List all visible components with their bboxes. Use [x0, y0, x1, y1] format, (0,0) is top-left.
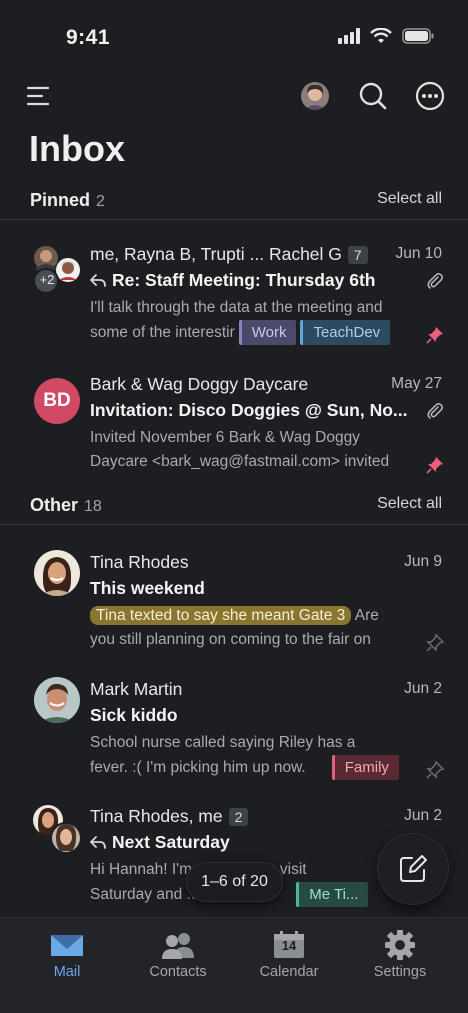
- tab-bar: Mail Contacts 14 Calendar Settings: [0, 917, 468, 1013]
- message-date: Jun 10: [395, 245, 442, 262]
- message-sender: Tina Rhodes, me 2: [90, 806, 249, 827]
- pagination-indicator: 1–6 of 20: [186, 862, 283, 902]
- message-row[interactable]: +2 me, Rayna B, Trupti ... Rachel G7 Jun…: [0, 240, 468, 360]
- group-avatar: [32, 804, 82, 854]
- label-tag[interactable]: Me Ti...: [296, 881, 369, 907]
- wifi-icon: [370, 28, 392, 43]
- search-button[interactable]: [357, 80, 389, 112]
- status-icons: [338, 28, 434, 44]
- compose-icon: [400, 855, 427, 882]
- top-bar: [0, 72, 468, 122]
- page-title: Inbox: [29, 128, 125, 169]
- search-highlight: Tina texted to say she meant Gate 3: [90, 606, 352, 625]
- message-subject: This weekend: [90, 578, 205, 598]
- message-subject: Re: Staff Meeting: Thursday 6th: [90, 270, 376, 291]
- avatar-extra-count: +2: [39, 272, 55, 287]
- tab-label: Calendar: [259, 964, 319, 980]
- section-count: 2: [96, 193, 105, 210]
- signal-icon: [338, 28, 360, 44]
- tab-label: Contacts: [149, 964, 207, 980]
- calendar-icon: 14: [234, 930, 344, 960]
- tab-settings[interactable]: Settings: [345, 930, 455, 980]
- sender-avatar: BD: [34, 378, 80, 424]
- label-tag[interactable]: Family: [331, 754, 399, 780]
- message-row[interactable]: Tina Rhodes Jun 9 This weekend Tina text…: [0, 548, 468, 668]
- more-options-button[interactable]: [414, 80, 446, 112]
- pin-icon[interactable]: [426, 456, 444, 474]
- pin-icon[interactable]: [426, 326, 444, 344]
- avatar-stack: [33, 805, 82, 854]
- status-bar: 9:41: [0, 0, 468, 72]
- section-label: Other 18: [30, 495, 102, 515]
- thread-count-badge: 2: [228, 808, 249, 827]
- reply-icon: [90, 835, 106, 849]
- message-preview: Invited November 6 Bark & Wag Doggy Dayc…: [90, 429, 390, 470]
- message-date: Jun 2: [404, 680, 442, 697]
- settings-icon: [345, 930, 455, 960]
- message-preview: Tina texted to say she meant Gate 3 Are …: [90, 606, 379, 648]
- avatar-photo: [34, 677, 80, 723]
- hamburger-icon: [26, 86, 50, 106]
- group-avatar: +2: [32, 244, 82, 294]
- avatar-photo: [34, 550, 80, 596]
- tab-calendar[interactable]: 14 Calendar: [234, 930, 344, 980]
- calendar-day: 14: [281, 938, 297, 953]
- message-date: Jun 9: [404, 553, 442, 570]
- message-row[interactable]: Mark Martin Jun 2 Sick kiddo School nurs…: [0, 675, 468, 795]
- section-count: 18: [84, 498, 102, 515]
- sender-avatar: [34, 550, 80, 596]
- message-subject: Sick kiddo: [90, 705, 178, 725]
- search-icon: [359, 82, 387, 110]
- select-all-button[interactable]: Select all: [377, 495, 442, 513]
- account-avatar-button[interactable]: [301, 82, 329, 110]
- message-subject: Invitation: Disco Doggies @ Sun, No...: [90, 400, 408, 420]
- account-avatar: [301, 82, 329, 110]
- pinned-section-header: Pinned 2 Select all: [0, 182, 468, 220]
- attachment-icon: [427, 403, 443, 419]
- message-sender: Tina Rhodes: [90, 552, 189, 572]
- message-sender: Bark & Wag Doggy Daycare: [90, 374, 309, 394]
- menu-button[interactable]: [26, 82, 54, 110]
- select-all-button[interactable]: Select all: [377, 190, 442, 208]
- pin-icon[interactable]: [426, 761, 444, 779]
- mail-icon: [12, 930, 122, 960]
- tab-contacts[interactable]: Contacts: [123, 930, 233, 980]
- message-subject: Next Saturday: [90, 832, 230, 853]
- more-icon: [415, 81, 445, 111]
- tab-mail[interactable]: Mail: [12, 930, 122, 980]
- label-tag[interactable]: Work: [238, 319, 297, 345]
- reply-icon: [90, 273, 106, 287]
- status-time: 9:41: [66, 26, 111, 49]
- tab-label: Settings: [373, 964, 427, 980]
- other-section-header: Other 18 Select all: [0, 487, 468, 525]
- message-date: May 27: [391, 375, 442, 392]
- message-sender: me, Rayna B, Trupti ... Rachel G7: [90, 244, 368, 265]
- message-date: Jun 2: [404, 807, 442, 824]
- sender-avatar: [34, 677, 80, 723]
- tab-label: Mail: [53, 964, 81, 980]
- attachment-icon: [427, 273, 443, 289]
- label-tag[interactable]: TeachDev: [300, 319, 391, 345]
- thread-count-badge: 7: [347, 246, 368, 265]
- section-label: Pinned 2: [30, 190, 105, 210]
- message-preview: School nurse called saying Riley has a f…: [90, 731, 430, 780]
- message-row[interactable]: BD Bark & Wag Doggy Daycare May 27 Invit…: [0, 370, 468, 490]
- pin-icon[interactable]: [426, 634, 444, 652]
- message-preview: I'll talk through the data at the meetin…: [90, 296, 420, 345]
- message-sender: Mark Martin: [90, 679, 183, 699]
- compose-button[interactable]: [378, 834, 448, 904]
- contacts-icon: [123, 930, 233, 960]
- battery-icon: [402, 28, 434, 44]
